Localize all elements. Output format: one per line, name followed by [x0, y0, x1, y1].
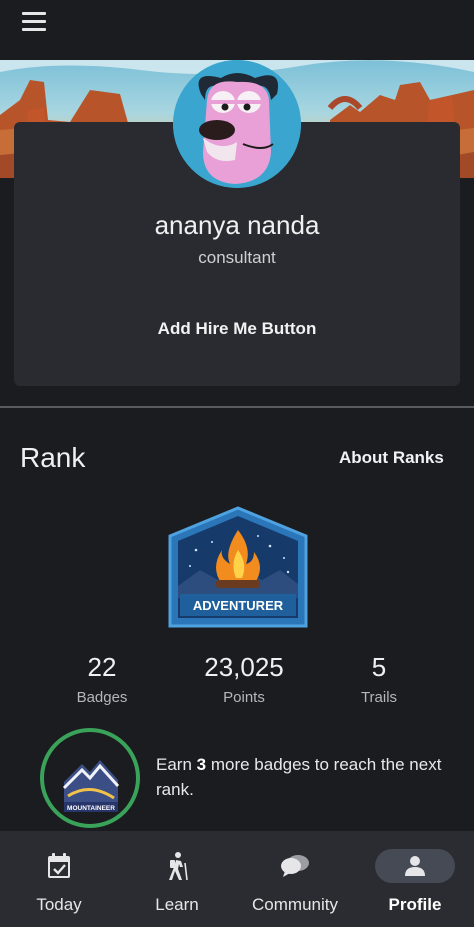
stat-value: 23,025: [204, 652, 284, 682]
nav-label: Today: [36, 895, 82, 914]
stat-label: Badges: [76, 689, 128, 706]
person-icon: [375, 849, 455, 883]
rank-heading: Rank: [20, 442, 86, 473]
nav-today[interactable]: Today: [0, 831, 118, 927]
hamburger-menu-icon[interactable]: [22, 12, 48, 32]
stat-points: 23,025 Points: [184, 652, 304, 706]
about-ranks-link[interactable]: About Ranks: [339, 448, 444, 468]
stat-value: 22: [87, 652, 117, 682]
user-job-title: consultant: [198, 248, 276, 267]
nav-profile[interactable]: Profile: [356, 831, 474, 927]
bottom-navigation: Today Learn Community Profile: [0, 831, 474, 927]
nav-community[interactable]: Community: [236, 831, 354, 927]
stat-trails: 5 Trails: [319, 652, 439, 706]
calendar-check-icon: [34, 849, 84, 883]
add-hire-me-button[interactable]: Add Hire Me Button: [137, 314, 337, 344]
next-rank-progress-ring[interactable]: MOUNTAINEER: [38, 726, 142, 830]
top-app-bar: [0, 0, 474, 60]
next-badge-name: MOUNTAINEER: [67, 805, 115, 812]
stat-label: Trails: [360, 689, 398, 706]
stat-value: 5: [371, 652, 387, 682]
stat-label: Points: [223, 689, 265, 706]
next-rank-badge-count: 3: [196, 755, 207, 774]
nav-label: Profile: [388, 895, 442, 914]
adventurer-rank-badge[interactable]: ADVENTURER: [166, 506, 310, 632]
nav-learn[interactable]: Learn: [118, 831, 236, 927]
user-avatar[interactable]: [173, 60, 301, 188]
hiker-icon: [152, 849, 202, 883]
next-rank-message: Earn 3 more badges to reach the next ran…: [156, 752, 446, 802]
stat-badges: 22 Badges: [42, 652, 162, 706]
section-divider: [0, 406, 474, 408]
chat-bubbles-icon: [270, 849, 320, 883]
badge-name: ADVENTURER: [193, 598, 284, 613]
nav-label: Community: [252, 895, 338, 914]
user-name: ananya nanda: [154, 210, 320, 240]
nav-label: Learn: [155, 895, 199, 914]
next-rank-text-before: Earn: [156, 755, 197, 774]
